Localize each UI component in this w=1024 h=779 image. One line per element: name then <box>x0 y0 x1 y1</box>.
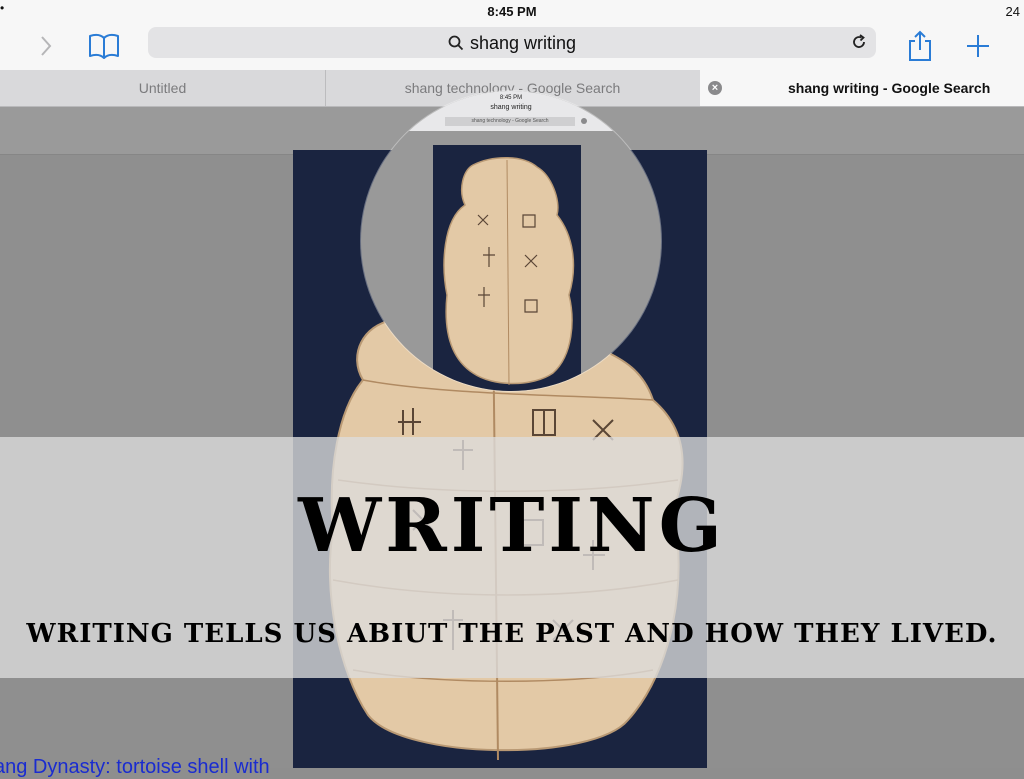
tab-untitled[interactable]: Untitled <box>0 70 326 106</box>
status-time: 8:45 PM <box>487 4 537 19</box>
forward-button[interactable] <box>28 28 64 64</box>
share-button[interactable] <box>902 28 938 64</box>
address-text: shang writing <box>469 33 577 53</box>
browser-toolbar: shang writing <box>0 22 1024 70</box>
reload-button[interactable] <box>850 33 868 56</box>
plus-icon <box>967 35 989 57</box>
share-icon <box>909 30 931 61</box>
status-bar: • 8:45 PM 24 <box>0 0 1024 22</box>
book-icon <box>89 33 119 59</box>
close-tab-icon[interactable]: × <box>708 81 722 95</box>
magnifier-lens: 8:45 PM shang writing shang technology -… <box>361 91 661 391</box>
mini-status-time: 8:45 PM <box>499 95 523 101</box>
reload-icon <box>853 34 865 48</box>
tab-label: Untitled <box>138 80 187 96</box>
search-icon <box>448 35 464 51</box>
mini-address-text: shang writing <box>490 104 532 111</box>
mini-tab-label: shang technology - Google Search <box>445 117 575 126</box>
chevron-right-icon <box>41 36 52 56</box>
slide-subtitle: WRITING TELLS US ABIUT THE PAST AND HOW … <box>26 619 998 649</box>
address-bar[interactable]: shang writing <box>148 27 876 58</box>
tab-shang-writing[interactable]: × shang writing - Google Search <box>700 70 1024 106</box>
status-right-text: 24 <box>1005 4 1020 19</box>
mini-tortoise-shell-image <box>433 145 581 391</box>
slide-title: WRITING <box>298 483 726 569</box>
title-banner: WRITING WRITING TELLS US ABIUT THE PAST … <box>0 437 1024 678</box>
bookmarks-button[interactable] <box>86 28 122 64</box>
new-tab-button[interactable] <box>960 28 996 64</box>
mini-close-tab-icon <box>581 118 587 124</box>
tab-label: shang writing - Google Search <box>788 80 991 96</box>
